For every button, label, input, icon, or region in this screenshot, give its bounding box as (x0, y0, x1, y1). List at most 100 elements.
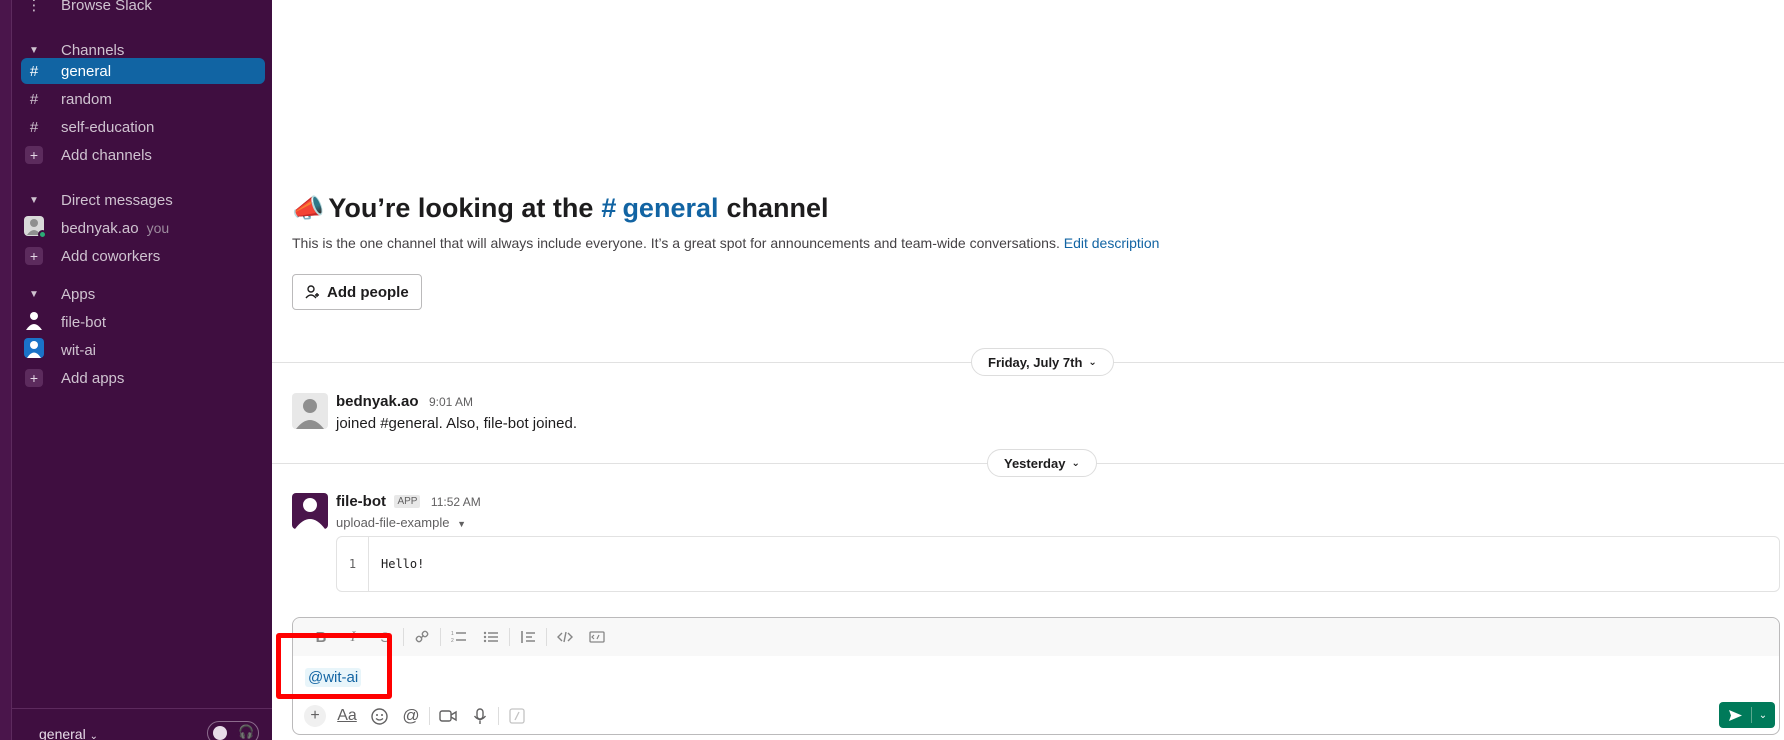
more-vertical-icon: ⋮ (26, 0, 42, 14)
send-button[interactable]: ⌄ (1719, 702, 1775, 728)
emoji-icon (370, 707, 388, 725)
video-clip-button[interactable] (432, 702, 464, 730)
plus-icon: + (25, 247, 43, 265)
chevron-down-icon: ⌄ (1088, 356, 1097, 368)
toolbar-separator (498, 707, 499, 725)
bulleted-list-button[interactable] (475, 623, 507, 651)
add-apps-button[interactable]: + Add apps (21, 365, 265, 391)
add-channels-button[interactable]: + Add channels (21, 142, 265, 168)
code-button[interactable] (549, 623, 581, 651)
send-icon (1719, 702, 1751, 728)
code-block-button[interactable] (581, 623, 613, 651)
avatar (24, 216, 47, 239)
line-number: 1 (337, 537, 369, 591)
formatting-toolbar: B I S 12 (293, 618, 1779, 656)
formatting-toggle-button[interactable]: Aa (331, 702, 363, 730)
huddle-toggle[interactable]: 🎧 (207, 721, 259, 740)
sidebar-item-random[interactable]: # random (21, 86, 265, 112)
add-people-button[interactable]: Add people (292, 274, 422, 310)
ordered-list-button[interactable]: 12 (443, 623, 475, 651)
code-snippet[interactable]: 1 Hello! (336, 536, 1780, 592)
avatar[interactable] (292, 393, 328, 429)
user-silhouette-icon (27, 341, 41, 358)
emoji-button[interactable] (363, 702, 395, 730)
edit-description-link[interactable]: Edit description (1064, 235, 1160, 251)
message-timestamp[interactable]: 9:01 AM (429, 395, 473, 409)
caret-down-icon: ▼ (457, 519, 466, 529)
composer-actions: + Aa @ (299, 702, 533, 730)
ordered-list-icon: 12 (451, 631, 466, 644)
message-author[interactable]: bednyak.ao (336, 393, 419, 410)
caret-down-icon: ▼ (29, 44, 39, 56)
date-divider-friday[interactable]: Friday, July 7th ⌄ (971, 348, 1114, 376)
svg-text:1: 1 (451, 631, 454, 637)
code-block-icon (589, 631, 605, 643)
sidebar: ⋮ Browse Slack ▼ Channels # general # ra… (0, 0, 272, 740)
audio-clip-button[interactable] (464, 702, 496, 730)
channel-intro-description: This is the one channel that will always… (292, 235, 1160, 251)
mention-button[interactable]: @ (395, 702, 427, 730)
bulleted-list-icon (483, 631, 498, 643)
sidebar-item-wit-ai[interactable]: wit-ai (21, 337, 265, 363)
message-text: joined #general. Also, file-bot joined. (336, 415, 577, 432)
snippet-title[interactable]: upload-file-example ▼ (336, 515, 481, 530)
message-author[interactable]: file-bot (336, 493, 386, 510)
slash-command-icon (509, 708, 525, 724)
toggle-knob (213, 726, 227, 740)
headphones-icon: 🎧 (238, 724, 255, 739)
workspace-switcher[interactable]: general ⌄ (39, 726, 98, 740)
schedule-send-chevron-icon[interactable]: ⌄ (1752, 702, 1774, 728)
hash-icon: # (29, 90, 39, 108)
toolbar-separator (429, 707, 430, 725)
sidebar-item-file-bot[interactable]: file-bot (21, 309, 265, 335)
microphone-icon (473, 707, 487, 724)
toolbar-separator (403, 628, 404, 646)
channel-view: 📣 You’re looking at the # general channe… (272, 0, 1784, 740)
file-bot-avatar (24, 310, 44, 330)
shortcuts-button[interactable] (501, 702, 533, 730)
plus-icon: + (25, 369, 43, 387)
code-icon (557, 631, 573, 643)
sidebar-footer: general ⌄ 🎧 (11, 708, 272, 740)
date-divider-yesterday[interactable]: Yesterday ⌄ (987, 449, 1097, 477)
chevron-down-icon: ⌄ (89, 731, 98, 740)
plus-icon: + (304, 705, 326, 727)
add-person-icon (305, 285, 319, 299)
add-coworkers-button[interactable]: + Add coworkers (21, 243, 265, 269)
wit-ai-avatar (24, 338, 44, 358)
message-input-mention[interactable]: @wit-ai (305, 668, 362, 687)
sidebar-panel: ⋮ Browse Slack ▼ Channels # general # ra… (11, 0, 272, 740)
user-silhouette-icon (26, 312, 42, 330)
file-bot-avatar[interactable] (292, 493, 328, 529)
toolbar-separator (546, 628, 547, 646)
megaphone-icon: 📣 (292, 193, 325, 223)
caret-down-icon: ▼ (29, 194, 39, 206)
plus-icon: + (25, 146, 43, 164)
user-silhouette-icon (295, 498, 325, 529)
hash-icon: # (29, 118, 39, 136)
message-timestamp[interactable]: 11:52 AM (431, 495, 481, 509)
bold-button[interactable]: B (305, 623, 337, 651)
strikethrough-button[interactable]: S (369, 623, 401, 651)
sidebar-item-dm-self[interactable]: bednyak.ao you (21, 215, 265, 241)
attach-button[interactable]: + (299, 702, 331, 730)
user-silhouette-icon (296, 399, 324, 429)
link-button[interactable] (406, 623, 438, 651)
sidebar-item-general[interactable]: # general (21, 58, 265, 84)
dm-section-toggle[interactable]: ▼ Direct messages (21, 189, 173, 211)
blockquote-icon (521, 631, 535, 643)
blockquote-button[interactable] (512, 623, 544, 651)
hash-icon: # (29, 62, 39, 80)
apps-section-toggle[interactable]: ▼ Apps (21, 283, 95, 305)
app-badge: APP (394, 495, 421, 508)
sidebar-item-self-education[interactable]: # self-education (21, 114, 265, 140)
italic-button[interactable]: I (337, 623, 369, 651)
sidebar-item-browse-slack[interactable]: ⋮ Browse Slack (21, 0, 265, 18)
link-icon (415, 630, 429, 643)
presence-dot (38, 230, 47, 239)
message-composer: B I S 12 @wit-ai + Aa @ ⌄ (292, 617, 1780, 735)
toolbar-separator (509, 628, 510, 646)
code-content: Hello! (381, 557, 425, 571)
chevron-down-icon: ⌄ (1071, 457, 1080, 469)
caret-down-icon: ▼ (29, 288, 39, 300)
